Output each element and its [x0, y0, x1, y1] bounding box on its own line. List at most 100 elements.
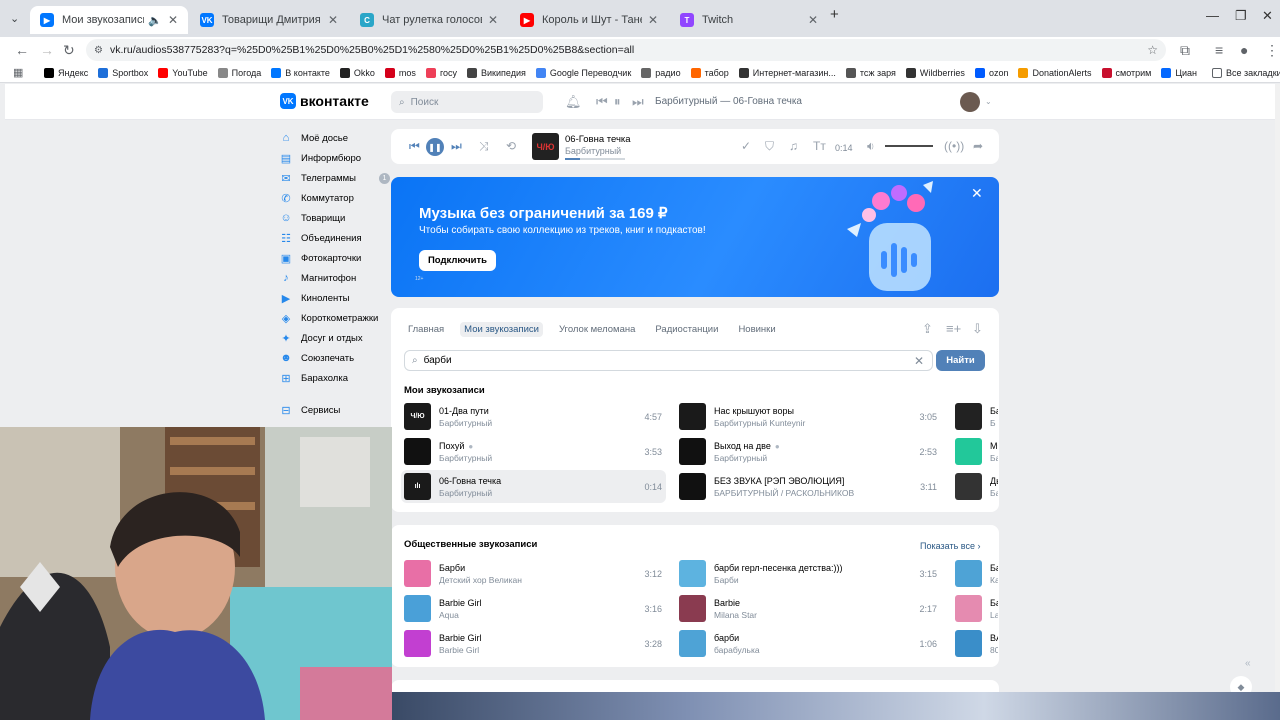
bookmark-item[interactable]: радио [641, 67, 681, 78]
download-icon[interactable]: ⇩ [972, 321, 983, 337]
track-row[interactable]: Ба Б [952, 400, 998, 433]
bookmark-item[interactable]: YouTube [158, 67, 208, 78]
bookmark-item[interactable]: тсж заря [845, 67, 896, 78]
bookmark-item[interactable]: mos [384, 67, 416, 78]
track-artist[interactable]: БАРБИТУРНЫЙ / РАСКОЛЬНИКОВ [714, 488, 920, 498]
track-title[interactable]: Barbie [714, 598, 740, 608]
sidebar-item-clips[interactable]: ◈ Короткометражки [280, 308, 390, 328]
track-artist[interactable]: Барбитурный [439, 488, 644, 498]
track-title[interactable]: Похуй [439, 441, 464, 451]
track-artist[interactable]: 80 [990, 645, 998, 655]
bookmark-item[interactable]: Погода [217, 67, 261, 78]
bookmark-item[interactable]: Интернет-магазин... [738, 67, 836, 78]
bookmark-item[interactable]: Циан [1161, 67, 1197, 78]
now-playing-artist[interactable]: Барбитурный [565, 146, 621, 156]
bookmark-item[interactable]: Sportbox [98, 67, 148, 78]
track-row[interactable]: Ды Ба [952, 470, 998, 503]
track-row[interactable]: Barbie Girl Barbie Girl 3:28 [401, 627, 666, 660]
sidebar-item-home[interactable]: ⌂ Моё досье [280, 128, 390, 148]
track-title[interactable]: Барби [439, 563, 465, 573]
browser-tab-2[interactable]: C Чат рулетка голосовая — Nek ✕ [350, 6, 508, 34]
repeat-icon[interactable]: ⟲ [506, 139, 516, 153]
track-title[interactable]: 01-Два пути [439, 406, 489, 416]
lyrics-icon[interactable]: Tт [813, 139, 826, 153]
add-playlist-icon[interactable]: ≡+ [946, 321, 961, 336]
track-title[interactable]: Barbie Girl [439, 633, 482, 643]
tab-2[interactable]: Уголок меломана [555, 322, 639, 337]
header-next-icon[interactable]: ⏭ [632, 94, 644, 110]
tab-0[interactable]: Главная [404, 322, 448, 337]
track-artist[interactable]: Barbie Girl [439, 645, 644, 655]
new-tab-button[interactable]: + [830, 6, 839, 23]
track-artist[interactable]: Барбитурный Kunteynir [714, 418, 919, 428]
page-scrollbar[interactable] [1275, 84, 1280, 720]
track-artist[interactable]: Ка [990, 575, 998, 585]
track-row[interactable]: барби герл-песенка детства:))) Барби 3:15 [676, 557, 941, 590]
clear-search-icon[interactable]: ✕ [914, 354, 924, 368]
browser-tab-1[interactable]: VK Товарищи Дмитрия Зорина – ✕ [190, 6, 348, 34]
sidebar-item-phone[interactable]: ✆ Коммутатор [280, 188, 390, 208]
track-title[interactable]: барби герл-песенка детства:))) [714, 563, 842, 573]
bookmark-item[interactable]: Okko [339, 67, 375, 78]
recommendations-icon[interactable]: ♫ [789, 139, 798, 153]
track-artist[interactable]: Milana Star [714, 610, 919, 620]
vk-logo[interactable]: VK вконтакте [280, 93, 369, 109]
forward-icon[interactable]: → [40, 42, 54, 58]
site-info-icon[interactable]: ⚙ [94, 45, 103, 56]
track-row[interactable]: Выход на две ● Барбитурный 2:53 [676, 435, 941, 468]
menu-icon[interactable]: ⋮ [1265, 42, 1279, 59]
volume-slider[interactable] [885, 145, 933, 147]
track-artist[interactable]: Детский хор Великан [439, 575, 644, 585]
maximize-icon[interactable]: ❐ [1235, 8, 1247, 24]
bookmark-star-icon[interactable]: ☆ [1147, 43, 1158, 57]
track-row[interactable]: ılı 06-Говна течка Барбитурный 0:14 [401, 470, 666, 503]
track-title[interactable]: Ба [990, 598, 998, 608]
tab-list-button[interactable]: ⌄ [4, 8, 28, 28]
audio-search-field[interactable]: ⌕ барби ✕ [404, 350, 933, 371]
track-artist[interactable]: Б [990, 418, 998, 428]
notifications-bell-icon[interactable]: 🔔︎ [565, 94, 582, 110]
volume-icon[interactable]: 🔉︎ [867, 139, 875, 154]
speaker-icon[interactable]: 🔈 [148, 14, 162, 27]
track-artist[interactable]: Ба [990, 453, 998, 463]
track-row[interactable]: Ба La [952, 592, 998, 625]
close-tab-icon[interactable]: ✕ [648, 13, 658, 27]
dislike-icon[interactable]: ⛉ [765, 139, 774, 154]
track-title[interactable]: BA [990, 633, 998, 643]
sidebar-item-stickers[interactable]: ☻ Союзпечать [280, 348, 390, 368]
bookmark-item[interactable]: госу [425, 67, 457, 78]
track-title[interactable]: Barbie Girl [439, 598, 482, 608]
bookmark-item[interactable]: Яндекс [44, 67, 88, 78]
sidebar-item-market[interactable]: ⊞ Барахолка [280, 368, 390, 388]
broadcast-icon[interactable]: ((•)) [944, 139, 964, 153]
bookmark-item[interactable]: табор [690, 67, 729, 78]
address-bar[interactable]: ⚙ vk.ru/audios538775283?q=%25D0%25B1%25D… [86, 39, 1166, 61]
reload-icon[interactable]: ↻ [63, 42, 75, 59]
sidebar-item-news[interactable]: ▤ Информбюро [280, 148, 390, 168]
browser-tab-0[interactable]: ▶ Мои звукозаписи 🔈 ✕ [30, 6, 188, 34]
show-all-link[interactable]: Показать все › [920, 541, 980, 551]
track-row[interactable]: барби барабулька 1:06 [676, 627, 941, 660]
header-pause-icon[interactable]: ⏸ [614, 94, 621, 110]
collapse-icon[interactable]: « [1245, 658, 1251, 669]
sidebar-item-music[interactable]: ♪ Магнитофон [280, 268, 390, 288]
browser-tab-3[interactable]: ▶ Король и Шут - Танец злобнс ✕ [510, 6, 668, 34]
bookmark-item[interactable]: В контакте [271, 67, 330, 78]
back-icon[interactable]: ← [15, 42, 29, 58]
track-row[interactable]: БЕЗ ЗВУКА [РЭП ЭВОЛЮЦИЯ] БАРБИТУРНЫЙ / РА… [676, 470, 941, 503]
track-artist[interactable]: барабулька [714, 645, 919, 655]
close-window-icon[interactable]: ✕ [1262, 8, 1273, 24]
track-artist[interactable]: La [990, 610, 998, 620]
track-title[interactable]: Ба [990, 563, 998, 573]
track-row[interactable]: Барби Детский хор Великан 3:12 [401, 557, 666, 590]
avatar[interactable] [960, 92, 980, 112]
close-banner-icon[interactable]: ✕ [971, 185, 983, 202]
track-artist[interactable]: Барбитурный [439, 453, 644, 463]
sidebar-item-video[interactable]: ▶ Киноленты [280, 288, 390, 308]
track-title[interactable]: Нас крышуют воры [714, 406, 794, 416]
track-title[interactable]: 06-Говна течка [439, 476, 501, 486]
close-tab-icon[interactable]: ✕ [168, 13, 178, 27]
all-bookmarks-button[interactable]: Все закладки [1212, 67, 1280, 78]
vk-search-input[interactable]: ⌕ Поиск [391, 91, 543, 113]
close-tab-icon[interactable]: ✕ [808, 13, 818, 27]
